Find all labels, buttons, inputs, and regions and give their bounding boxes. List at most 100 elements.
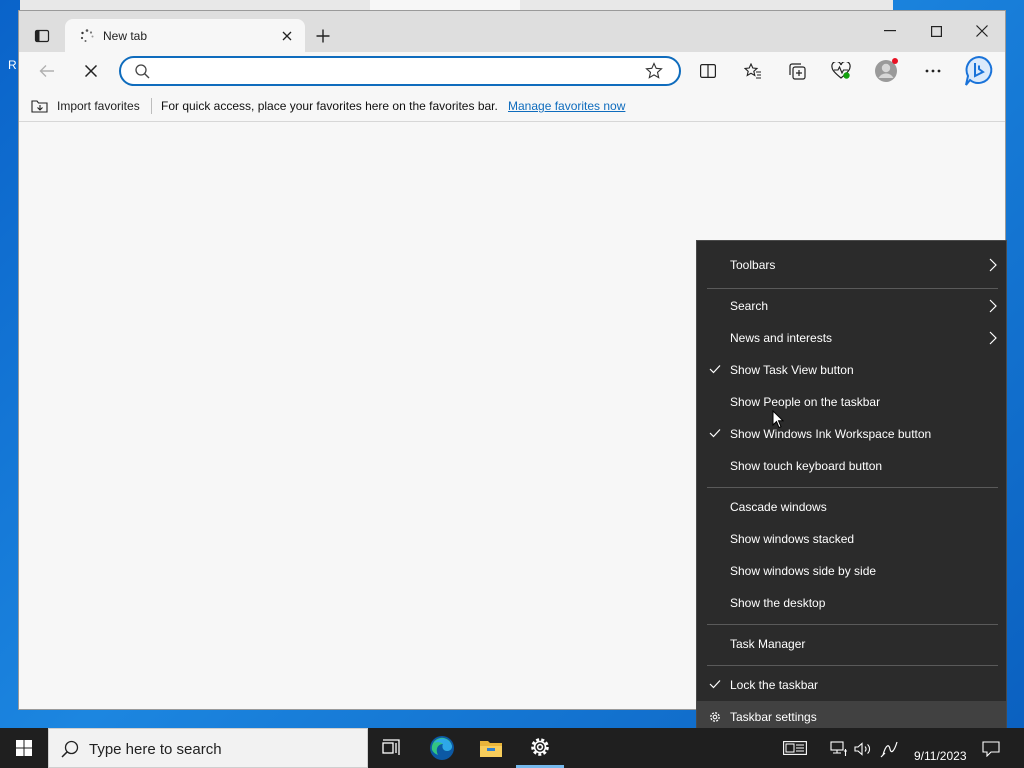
menu-item-cascade-windows[interactable]: Cascade windows [697,491,1006,523]
menu-separator [707,624,998,625]
favorites-star-list-icon [744,63,761,79]
menu-item-search[interactable]: Search [697,290,1006,322]
search-icon [61,740,79,758]
favorites-bar: Import favorites For quick access, place… [19,90,1005,122]
navigation-toolbar [19,52,1005,90]
new-tab-button[interactable] [309,23,337,49]
taskbar-context-menu: Toolbars Search News and interests Show … [696,240,1007,742]
close-icon [976,25,988,37]
collections-button[interactable] [781,58,813,84]
bing-icon [965,55,993,86]
task-view-button[interactable] [368,728,416,768]
back-button[interactable] [31,58,63,84]
heart-pulse-icon [831,62,851,79]
split-screen-button[interactable] [692,58,724,84]
maximize-icon [930,25,942,37]
taskbar: Type here to search 9/11/2023 [0,728,1024,768]
settings-icon [531,737,549,756]
menu-separator [707,288,998,289]
menu-item-show-windows-side-by-side[interactable]: Show windows side by side [697,555,1006,587]
start-button[interactable] [0,728,48,768]
task-view-icon [382,739,400,755]
bing-copilot-button[interactable] [963,54,995,88]
collections-icon [788,62,806,80]
menu-item-task-manager[interactable]: Task Manager [697,628,1006,660]
avatar [875,58,898,82]
menu-item-show-windows-ink-workspace[interactable]: Show Windows Ink Workspace button [697,418,1006,450]
checkmark-icon [709,429,721,438]
clock-date[interactable]: 9/11/2023 [914,749,967,763]
tab-title: New tab [103,29,148,43]
browser-essentials-button[interactable] [825,58,857,84]
import-favorites-label: Import favorites [57,99,140,113]
menu-item-show-people-on-taskbar[interactable]: Show People on the taskbar [697,386,1006,418]
chevron-right-icon [989,299,997,313]
gear-icon [710,712,720,722]
tab-new-tab[interactable]: New tab [65,19,305,52]
desktop-icon-label-fragment: R [8,58,17,72]
menu-item-show-windows-stacked[interactable]: Show windows stacked [697,523,1006,555]
news-icon [783,741,807,755]
network-icon [830,741,847,756]
profile-button[interactable] [873,56,901,84]
import-favorites-button[interactable]: Import favorites [31,96,140,116]
mouse-cursor-icon [772,410,784,429]
minimize-button[interactable] [867,11,913,51]
menu-item-news-and-interests[interactable]: News and interests [697,322,1006,354]
notifications-icon [982,741,1000,757]
plus-icon [316,29,330,43]
chevron-right-icon [989,331,997,345]
network-tray[interactable] [830,740,848,758]
taskbar-settings[interactable] [516,728,564,768]
back-arrow-icon [39,65,54,77]
menu-item-show-the-desktop[interactable]: Show the desktop [697,587,1006,619]
news-and-interests-tray[interactable] [782,740,808,756]
file-explorer-icon [480,741,502,757]
search-icon [135,64,150,79]
menu-item-toolbars[interactable]: Toolbars [697,249,1006,281]
star-icon [645,62,663,79]
menu-item-show-task-view-button[interactable]: Show Task View button [697,354,1006,386]
taskbar-search-placeholder: Type here to search [89,741,222,758]
tab-actions-icon [34,29,50,43]
close-window-button[interactable] [959,11,1005,51]
manage-favorites-link[interactable]: Manage favorites now [508,99,625,113]
taskbar-edge[interactable] [418,728,466,768]
pen-ink-icon [880,741,898,758]
chevron-right-icon [989,258,997,272]
checkmark-icon [709,680,721,689]
menu-item-lock-the-taskbar[interactable]: Lock the taskbar [697,669,1006,701]
edge-icon [430,736,454,760]
taskbar-search-box[interactable]: Type here to search [48,728,368,768]
close-icon [282,31,292,41]
stop-loading-button[interactable] [75,58,107,84]
add-favorite-button[interactable] [645,62,663,80]
import-folder-icon [31,100,48,113]
action-center-button[interactable] [982,740,1000,758]
windows-ink-tray[interactable] [880,740,900,758]
loading-spinner-icon [79,28,95,44]
windows-logo-icon [16,740,32,756]
checkmark-icon [709,365,721,374]
settings-and-more-button[interactable] [917,58,949,84]
stop-icon [85,65,97,77]
more-dots-icon [925,69,941,73]
menu-separator [707,665,998,666]
tab-close-button[interactable] [277,26,297,46]
volume-icon [854,742,870,756]
address-input[interactable] [159,62,629,80]
favorites-button[interactable] [737,58,769,84]
favorites-bar-divider [151,98,152,114]
address-bar[interactable] [119,56,681,86]
maximize-button[interactable] [913,11,959,51]
favorites-bar-message: For quick access, place your favorites h… [161,99,498,113]
volume-tray[interactable] [854,740,872,758]
split-screen-icon [700,64,716,78]
menu-item-show-touch-keyboard-button[interactable]: Show touch keyboard button [697,450,1006,482]
tab-actions-button[interactable] [29,25,55,47]
minimize-icon [884,30,896,32]
taskbar-file-explorer[interactable] [467,728,515,768]
title-bar: New tab [19,11,1005,52]
menu-separator [707,487,998,488]
background-window-edge-highlight [370,0,520,10]
